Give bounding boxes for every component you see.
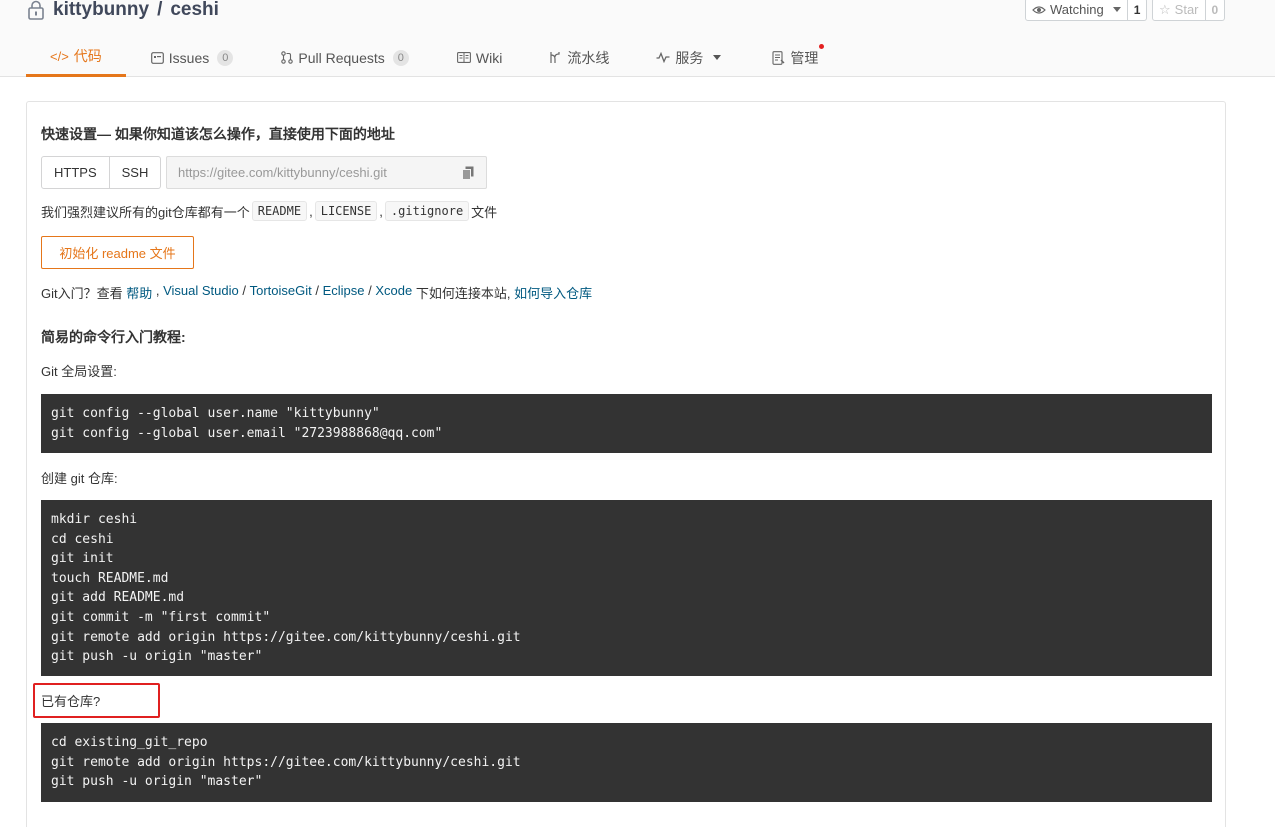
star-label: Star <box>1174 2 1199 17</box>
highlight-box <box>33 683 160 718</box>
tab-wiki[interactable]: Wiki <box>456 38 503 77</box>
protocol-switch: HTTPS SSH <box>41 156 162 189</box>
help-link[interactable]: 帮助 <box>126 283 152 302</box>
code-line: git init <box>51 551 114 567</box>
repo-header: kittybunny / ceshi Watching 1 ☆ Star 0 <… <box>0 0 1275 77</box>
git-intro-middle: 下如何连接本站, <box>412 286 515 301</box>
tortoisegit-link[interactable]: TortoiseGit <box>250 283 312 302</box>
git-intro-prefix: Git入门？查看 <box>41 286 127 301</box>
watch-label: Watching <box>1050 2 1104 17</box>
lock-icon <box>28 0 44 20</box>
clone-url-field[interactable]: https://gitee.com/kittybunny/ceshi.git <box>166 156 487 189</box>
wiki-icon <box>456 52 471 63</box>
repo-tabs: </> 代码 Issues 0 Pull Requests 0 Wiki 流水线… <box>26 38 825 77</box>
existing-repo-code: cd existing_git_repo git remote add orig… <box>41 723 1212 802</box>
visual-studio-link[interactable]: Visual Studio <box>163 283 239 302</box>
tab-label: 管理 <box>790 49 819 66</box>
pipeline-icon <box>550 52 560 63</box>
import-repo-link[interactable]: 如何导入仓库 <box>514 283 592 302</box>
path-separator: / <box>157 0 163 20</box>
quick-setup-panel: 快速设置— 如果你知道该怎么操作，直接使用下面的地址 HTTPS SSH htt… <box>26 101 1226 827</box>
create-repo-label: 创建 git 仓库: <box>41 471 118 486</box>
code-line: git config --global user.email "27239888… <box>51 425 443 441</box>
eclipse-link[interactable]: Eclipse <box>323 283 365 302</box>
star-control: ☆ Star 0 <box>1152 0 1226 21</box>
code-line: git remote add origin https://gitee.com/… <box>51 629 521 645</box>
issues-count-badge: 0 <box>217 49 234 66</box>
tab-manage[interactable]: 管理 <box>772 38 825 77</box>
ssh-button[interactable]: SSH <box>109 156 162 189</box>
xcode-link[interactable]: Xcode <box>375 283 412 302</box>
pulse-icon <box>656 52 670 63</box>
tab-label: 流水线 <box>567 49 610 66</box>
tab-label: Issues <box>168 49 210 66</box>
tab-pipeline[interactable]: 流水线 <box>549 38 609 77</box>
copy-icon[interactable] <box>462 166 474 180</box>
code-line: git add README.md <box>51 590 185 606</box>
readme-chip: README <box>251 201 308 221</box>
tab-label: Wiki <box>475 49 503 66</box>
git-intro-sep: / <box>364 283 376 298</box>
watch-count[interactable]: 1 <box>1127 0 1148 21</box>
watch-button[interactable]: Watching <box>1025 0 1128 21</box>
chevron-down-icon <box>713 55 722 60</box>
quick-setup-title: 快速设置— 如果你知道该怎么操作，直接使用下面的地址 <box>41 126 395 142</box>
tab-label: Pull Requests <box>298 49 385 66</box>
recommend-prefix: 我们强烈建议所有的git仓库都有一个 <box>41 204 250 220</box>
git-intro: Git入门？查看 帮助 , Visual Studio / TortoiseGi… <box>41 283 592 302</box>
global-settings-label: Git 全局设置: <box>41 364 117 379</box>
tab-code[interactable]: </> 代码 <box>26 38 126 77</box>
tab-label: 代码 <box>73 48 102 64</box>
gitignore-chip: .gitignore <box>384 201 470 221</box>
init-readme-button[interactable]: 初始化 readme 文件 <box>41 236 194 269</box>
recommend-suffix: 文件 <box>471 204 498 220</box>
tab-label: 服务 <box>675 49 704 66</box>
repo-link[interactable]: ceshi <box>170 0 219 21</box>
code-line: git push -u origin "master" <box>51 774 263 790</box>
tutorial-title: 简易的命令行入门教程: <box>41 329 186 345</box>
code-line: git config --global user.name "kittybunn… <box>51 406 380 421</box>
create-repo-code: mkdir ceshi cd ceshi git init touch READ… <box>41 500 1212 676</box>
git-intro-sep: / <box>311 283 323 298</box>
pull-request-icon <box>281 51 294 64</box>
code-line: cd existing_git_repo <box>51 735 208 750</box>
manage-icon <box>772 50 785 65</box>
star-button[interactable]: ☆ Star <box>1152 0 1206 21</box>
recommend-text: 我们强烈建议所有的git仓库都有一个 README , LICENSE , .g… <box>41 201 497 221</box>
clone-url-text: https://gitee.com/kittybunny/ceshi.git <box>178 165 387 180</box>
global-settings-code: git config --global user.name "kittybunn… <box>41 394 1212 453</box>
eye-icon <box>1032 5 1046 14</box>
code-line: touch README.md <box>51 570 169 586</box>
repo-title: kittybunny / ceshi <box>27 0 219 24</box>
owner-link[interactable]: kittybunny <box>53 0 149 21</box>
recommend-sep: , <box>309 203 313 219</box>
recommend-sep: , <box>379 203 383 219</box>
code-icon: </> <box>50 48 69 64</box>
chevron-down-icon <box>1112 7 1121 12</box>
tab-pull-requests[interactable]: Pull Requests 0 <box>281 38 409 77</box>
pull-requests-count-badge: 0 <box>392 49 409 66</box>
https-button[interactable]: HTTPS <box>41 156 110 189</box>
code-line: git remote add origin https://gitee.com/… <box>51 754 521 770</box>
issues-icon <box>150 51 164 64</box>
star-count[interactable]: 0 <box>1205 0 1226 21</box>
notification-dot <box>819 44 825 49</box>
code-line: git commit -m "first commit" <box>51 609 271 625</box>
code-line: mkdir ceshi <box>51 512 138 527</box>
code-line: git push -u origin "master" <box>51 649 263 665</box>
git-intro-sep: / <box>238 283 250 298</box>
license-chip: LICENSE <box>314 201 378 221</box>
star-icon: ☆ <box>1159 1 1171 17</box>
tab-issues[interactable]: Issues 0 <box>150 38 234 77</box>
watch-control: Watching 1 <box>1025 0 1148 21</box>
git-intro-sep: , <box>152 283 164 298</box>
tab-services[interactable]: 服务 <box>656 38 722 77</box>
code-line: cd ceshi <box>51 531 114 547</box>
